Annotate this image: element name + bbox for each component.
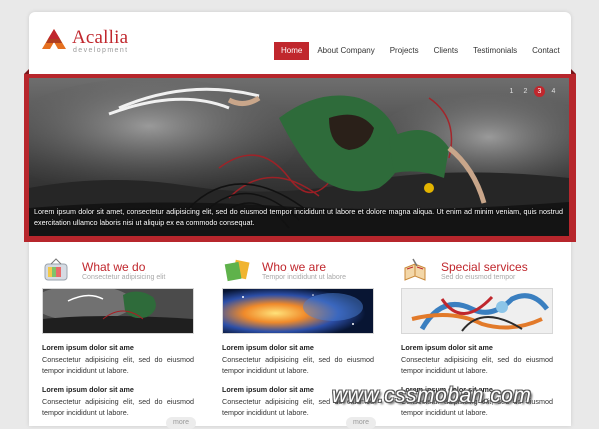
site-logo[interactable]: Acallia development (41, 26, 161, 58)
column-title: Special services (441, 260, 528, 274)
entry-title[interactable]: Lorem ipsum dolor sit ame (42, 385, 194, 394)
column-thumbnail[interactable] (42, 288, 194, 334)
thumbnail-image (43, 289, 193, 333)
watermark-text: www.cssmoban.com (332, 384, 532, 407)
column-subtitle: Sed do eiusmod tempor (441, 274, 516, 281)
more-button[interactable]: more (346, 417, 376, 429)
nav-projects[interactable]: Projects (383, 42, 426, 60)
column-header: Special services Sed do eiusmod tempor (401, 258, 553, 286)
nav-about-company[interactable]: About Company (310, 42, 381, 60)
page-container: Acallia development Home About Company P… (24, 12, 576, 429)
column-header: What we do Consectetur adipisicing elit (42, 258, 194, 286)
column-entry: Lorem ipsum dolor sit ame Consectetur ad… (401, 343, 553, 376)
more-button[interactable]: more (166, 417, 196, 429)
nav-contact[interactable]: Contact (525, 42, 567, 60)
column-subtitle: Consectetur adipisicing elit (82, 274, 166, 281)
entry-title[interactable]: Lorem ipsum dolor sit ame (42, 343, 194, 352)
thumbnail-image (223, 289, 373, 333)
entry-title[interactable]: Lorem ipsum dolor sit ame (222, 343, 374, 352)
column-thumbnail[interactable] (401, 288, 553, 334)
main-nav: Home About Company Projects Clients Test… (274, 42, 568, 60)
logo-mark-icon (42, 29, 66, 49)
column-header: Who we are Tempor incididunt ut labore (222, 258, 374, 286)
column-entry: Lorem ipsum dolor sit ame Consectetur ad… (42, 343, 194, 376)
slider-pager: 1 2 3 4 (503, 86, 559, 97)
folders-icon (224, 259, 250, 282)
book-icon (404, 258, 426, 281)
pager-1[interactable]: 1 (506, 86, 517, 97)
logo-subtitle: development (73, 47, 129, 54)
slider-image[interactable]: Lorem ipsum dolor sit amet, consectetur … (29, 78, 569, 236)
column-entry: Lorem ipsum dolor sit ame Consectetur ad… (222, 343, 374, 376)
nav-clients[interactable]: Clients (427, 42, 465, 60)
nav-testimonials[interactable]: Testimonials (466, 42, 524, 60)
entry-text: Consectetur adipisicing elit, sed do eiu… (401, 355, 553, 375)
nav-home[interactable]: Home (274, 42, 310, 60)
column-thumbnail[interactable] (222, 288, 374, 334)
pager-4[interactable]: 4 (548, 86, 559, 97)
entry-text: Consectetur adipisicing elit, sed do eiu… (42, 355, 194, 375)
pager-3[interactable]: 3 (534, 86, 545, 97)
thumbnail-image (402, 289, 552, 333)
slider-frame: Lorem ipsum dolor sit amet, consectetur … (24, 69, 576, 242)
column-title: What we do (82, 260, 146, 274)
column-title: Who we are (262, 260, 327, 274)
column-subtitle: Tempor incididunt ut labore (262, 274, 347, 281)
slider-caption: Lorem ipsum dolor sit amet, consectetur … (34, 207, 563, 227)
column-entry: Lorem ipsum dolor sit ame Consectetur ad… (42, 385, 194, 418)
column-what-we-do: What we do Consectetur adipisicing elit … (42, 258, 194, 418)
tv-icon (44, 258, 68, 281)
entry-title[interactable]: Lorem ipsum dolor sit ame (401, 343, 553, 352)
entry-text: Consectetur adipisicing elit, sed do eiu… (42, 397, 194, 417)
entry-text: Consectetur adipisicing elit, sed do eiu… (222, 355, 374, 375)
pager-2[interactable]: 2 (520, 86, 531, 97)
logo-name: Acallia (72, 27, 129, 48)
